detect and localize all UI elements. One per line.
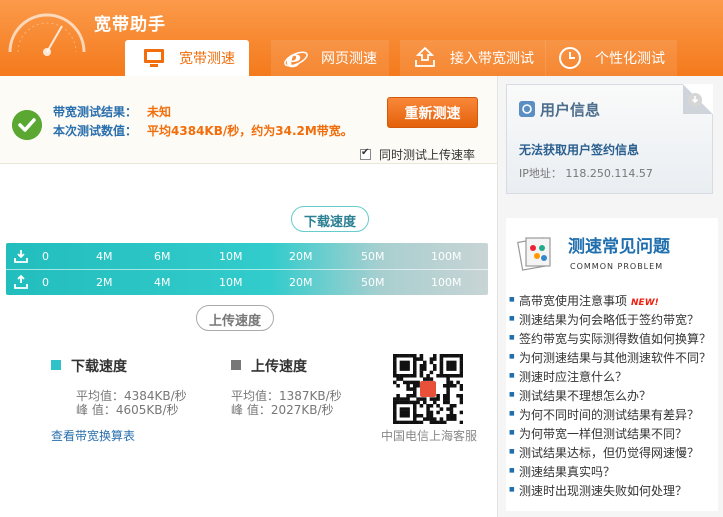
- clock-icon: [559, 47, 581, 69]
- bandwidth-result-line: 带宽测试结果： 未知: [53, 103, 171, 120]
- main-tabs: 宽带测速 e 网页测速 接入带宽测试 个性化测试: [125, 40, 685, 76]
- faq-item-label: 测试结果不理想怎么办？: [519, 389, 652, 403]
- upload-scale-tick-label: 2M: [96, 276, 113, 289]
- faq-item[interactable]: 测试结果不理想怎么办？: [509, 387, 723, 406]
- download-scale-tick-label: 100M: [431, 250, 462, 263]
- upload-icon: [14, 275, 28, 289]
- user-info-card: 用户信息 无法获取用户签约信息 IP地址： 118.250.114.57: [506, 84, 713, 194]
- faq-item[interactable]: 为何测速结果与其他测速软件不同？: [509, 349, 723, 368]
- upload-test-option[interactable]: 同时测试上传速率: [360, 146, 475, 163]
- app-title: 宽带助手: [94, 15, 166, 35]
- upload-scale-tick-label: 10M: [219, 276, 243, 289]
- faq-subtitle: COMMON PROBLEM: [570, 262, 664, 271]
- info-sidebar: 用户信息 无法获取用户签约信息 IP地址： 118.250.114.57 测速常…: [497, 76, 723, 517]
- upload-scale-tick-label: 0: [42, 276, 49, 289]
- user-info-error: 无法获取用户签约信息: [519, 143, 640, 157]
- faq-item-label: 为何带宽一样但测试结果不同？: [519, 427, 688, 441]
- download-scale-tick-label: 50M: [361, 250, 385, 263]
- download-speed-bubble: 下载速度: [291, 206, 370, 232]
- faq-item-label: 测速结果为何会略低于签约带宽？: [519, 313, 700, 327]
- upload-peak: 峰 值：2027KB/秒: [231, 403, 334, 417]
- faq-item-label: 签约带宽与实际测得数值如何换算？: [519, 332, 712, 346]
- faq-item[interactable]: 为何不同时间的测试结果有差异？: [509, 406, 723, 425]
- faq-item[interactable]: 为何带宽一样但测试结果不同？: [509, 425, 723, 444]
- faq-item-label: 测速时应注意什么？: [519, 370, 628, 384]
- success-check-icon: [12, 110, 42, 140]
- faq-palette-icon: [517, 237, 551, 271]
- upload-test-label: 同时测试上传速率: [379, 148, 476, 162]
- tab-label: 网页测速: [321, 51, 377, 67]
- faq-item-label: 为何测速结果与其他测速软件不同？: [519, 351, 712, 365]
- retest-button[interactable]: 重新测速: [387, 97, 478, 128]
- download-circle-icon[interactable]: [688, 93, 702, 107]
- faq-title: 测速常见问题: [568, 237, 670, 257]
- download-scale-tick-label: 0: [42, 250, 49, 263]
- monitor-icon: [144, 49, 164, 67]
- upload-legend-swatch: [231, 360, 241, 370]
- download-scale-tick-label: 20M: [289, 250, 313, 263]
- ie-browser-icon: e: [284, 45, 308, 71]
- faq-item[interactable]: 测试结果达标，但仍觉得网速慢？: [509, 444, 723, 463]
- speed-result-value: 平均4384KB/秒，约为34.2M带宽。: [147, 124, 353, 138]
- download-legend-title: 下载速度: [71, 359, 127, 375]
- faq-item[interactable]: 高带宽使用注意事项NEW!: [509, 292, 723, 311]
- download-scale-tick-label: 4M: [96, 250, 113, 263]
- speed-result-label: 本次测试数值：: [53, 124, 138, 138]
- download-legend-swatch: [51, 360, 61, 370]
- faq-item-label: 测试结果达标，但仍觉得网速慢？: [519, 446, 700, 460]
- tab-custom-test[interactable]: 个性化测试: [545, 40, 677, 76]
- bandwidth-result-label: 带宽测试结果：: [53, 105, 138, 119]
- upload-scale-tick-label: 4M: [154, 276, 171, 289]
- upload-legend-title: 上传速度: [251, 359, 307, 375]
- bandwidth-result-value: 未知: [147, 105, 172, 119]
- faq-item-label: 测速结果真实吗？: [519, 465, 616, 479]
- faq-item[interactable]: 测速结果真实吗？: [509, 463, 723, 482]
- user-info-icon: [519, 101, 535, 117]
- download-peak: 峰 值：4605KB/秒: [76, 403, 179, 417]
- download-icon: [14, 250, 28, 263]
- upload-test-checkbox[interactable]: [360, 147, 371, 160]
- faq-list: 高带宽使用注意事项NEW! 测速结果为何会略低于签约带宽？ 签约带宽与实际测得数值如…: [509, 292, 723, 501]
- scale-divider: [6, 269, 488, 270]
- speed-scale-bar: 0 4M 6M 10M 20M 50M 100M 0 2M 4M 10M 20M 50M 100M: [6, 243, 488, 295]
- upload-tray-icon: [415, 46, 435, 67]
- tab-access-bandwidth[interactable]: 接入带宽测试: [400, 40, 546, 76]
- upload-scale-tick-label: 100M: [431, 276, 462, 289]
- download-avg: 平均值：4384KB/秒: [76, 389, 187, 403]
- tab-label: 宽带测速: [179, 51, 235, 67]
- tab-label: 接入带宽测试: [450, 51, 534, 67]
- faq-item[interactable]: 测速结果为何会略低于签约带宽？: [509, 311, 723, 330]
- tab-web-speed[interactable]: e 网页测速: [271, 40, 389, 76]
- new-badge: NEW!: [631, 298, 659, 308]
- tab-broadband-speed[interactable]: 宽带测速: [125, 40, 249, 76]
- speed-result-line: 本次测试数值： 平均4384KB/秒，约为34.2M带宽。: [53, 122, 353, 139]
- qr-caption: 中国电信上海客服: [381, 429, 478, 443]
- tab-label: 个性化测试: [595, 51, 665, 67]
- faq-item-label: 高带宽使用注意事项: [519, 294, 628, 308]
- upload-speed-bubble: 上传速度: [196, 305, 275, 331]
- upload-avg: 平均值：1387KB/秒: [231, 389, 342, 403]
- app-header: 宽带助手 宽带测速 e 网页测速 接入带宽测试 个性化测试: [0, 0, 723, 76]
- faq-item[interactable]: 测速时应注意什么？: [509, 368, 723, 387]
- faq-item-label: 测速时出现测速失败如何处理？: [519, 484, 688, 498]
- bandwidth-conversion-link[interactable]: 查看带宽换算表: [51, 427, 135, 444]
- upload-scale-tick-label: 20M: [289, 276, 313, 289]
- speedometer-icon: [8, 13, 86, 56]
- user-info-title: 用户信息: [540, 101, 601, 119]
- speed-test-panel: 带宽测试结果： 未知 本次测试数值： 平均4384KB/秒，约为34.2M带宽。 重…: [0, 76, 497, 517]
- faq-item-label: 为何不同时间的测试结果有差异？: [519, 408, 700, 422]
- upload-scale-tick-label: 50M: [361, 276, 385, 289]
- faq-item[interactable]: 测速时出现测速失败如何处理？: [509, 482, 723, 501]
- download-scale-tick-label: 6M: [154, 250, 171, 263]
- download-scale-tick-label: 10M: [219, 250, 243, 263]
- user-ip-address: IP地址： 118.250.114.57: [519, 167, 653, 180]
- qr-code: [393, 354, 463, 424]
- faq-item[interactable]: 签约带宽与实际测得数值如何换算？: [509, 330, 723, 349]
- faq-panel: 测速常见问题 COMMON PROBLEM 高带宽使用注意事项NEW! 测速结果为…: [506, 218, 718, 511]
